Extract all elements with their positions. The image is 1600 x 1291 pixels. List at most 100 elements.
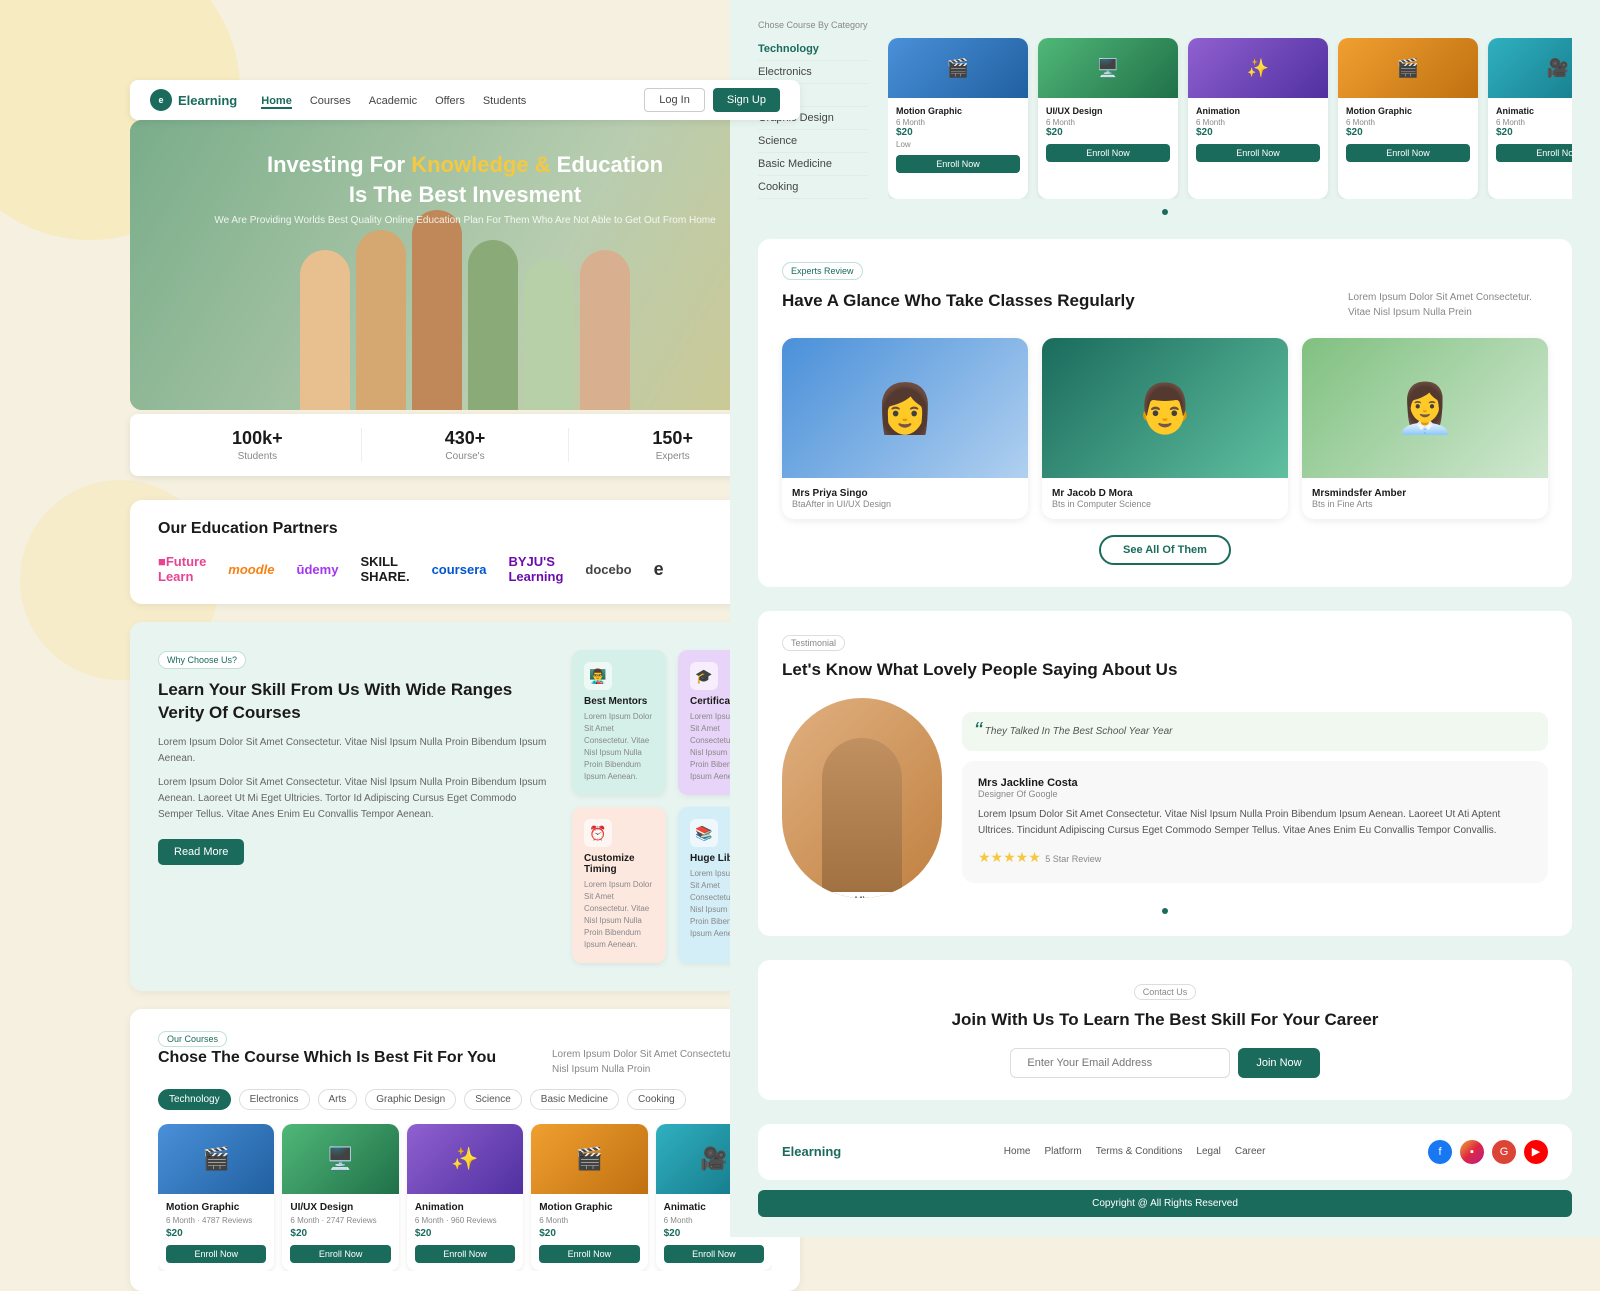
- see-all-button[interactable]: See All Of Them: [1099, 535, 1231, 565]
- stat-students-number: 100k+: [154, 428, 361, 449]
- footer-link-home[interactable]: Home: [1004, 1146, 1031, 1157]
- enroll-button-4[interactable]: Enroll Now: [664, 1245, 764, 1263]
- facebook-icon[interactable]: f: [1428, 1140, 1452, 1164]
- footer-link-terms[interactable]: Terms & Conditions: [1096, 1146, 1183, 1157]
- course-title-1: UI/UX Design: [290, 1202, 390, 1213]
- rcc-title-2: Animation: [1196, 106, 1320, 116]
- cat-electronics[interactable]: Electronics: [239, 1089, 310, 1110]
- nav-offers[interactable]: Offers: [435, 95, 465, 107]
- tc-person: Mrs Jackline Costa Designer Of Google: [978, 777, 1078, 799]
- enroll-button-2[interactable]: Enroll Now: [415, 1245, 515, 1263]
- footer-link-legal[interactable]: Legal: [1196, 1146, 1220, 1157]
- signup-button[interactable]: Sign Up: [713, 88, 780, 112]
- rcc-enroll-0[interactable]: Enroll Now: [896, 155, 1020, 173]
- category-list: Technology Electronics Arts Graphic Desi…: [158, 1089, 772, 1110]
- cat-technology[interactable]: Technology: [158, 1089, 231, 1110]
- nav-links: Home Courses Academic Offers Students: [261, 91, 644, 109]
- rcc-4: 🎥 Animatic 6 Month $20 Enroll Now: [1488, 38, 1572, 199]
- cat-cooking[interactable]: Cooking: [627, 1089, 686, 1110]
- testimonial-content: Mrs Jackline Costa “ They Talked In The …: [782, 698, 1548, 898]
- nav-courses[interactable]: Courses: [310, 95, 351, 107]
- rcc-thumb-3: 🎬: [1338, 38, 1478, 98]
- footer-link-career[interactable]: Career: [1235, 1146, 1266, 1157]
- cat-graphic[interactable]: Graphic Design: [365, 1089, 456, 1110]
- cat-medicine[interactable]: Basic Medicine: [530, 1089, 619, 1110]
- testimonial-dot-nav: [782, 908, 1548, 914]
- mentors-title: Best Mentors: [584, 696, 654, 707]
- experts-header: Have A Glance Who Take Classes Regularly…: [782, 290, 1548, 320]
- enroll-button-0[interactable]: Enroll Now: [166, 1245, 266, 1263]
- courses-header: Chose The Course Which Is Best Fit For Y…: [158, 1047, 772, 1077]
- course-title-2: Animation: [415, 1202, 515, 1213]
- enroll-button-1[interactable]: Enroll Now: [290, 1245, 390, 1263]
- timing-title: Customize Timing: [584, 853, 654, 875]
- dot-nav: [758, 209, 1572, 215]
- partners-section: Our Education Partners ■FutureLearn mood…: [130, 500, 800, 604]
- google-icon[interactable]: G: [1492, 1140, 1516, 1164]
- expert-info-0: Mrs Priya Singo BtaAfter in UI/UX Design: [782, 478, 1028, 519]
- expert-info-2: Mrsmindsfer Amber Bts in Fine Arts: [1302, 478, 1548, 519]
- expert-info-1: Mr Jacob D Mora Bts in Computer Science: [1042, 478, 1288, 519]
- why-desc1: Lorem Ipsum Dolor Sit Amet Consectetur. …: [158, 735, 552, 767]
- testimonial-quote-bubble: “ They Talked In The Best School Year Ye…: [962, 712, 1548, 751]
- timing-icon: ⏰: [584, 819, 612, 847]
- join-badge: Contact Us: [1134, 984, 1197, 1000]
- course-card-1: 🖥️ UI/UX Design 6 Month · 2747 Reviews $…: [282, 1124, 398, 1271]
- tc-header: Mrs Jackline Costa Designer Of Google: [978, 777, 1532, 799]
- cat-science[interactable]: Science: [464, 1089, 522, 1110]
- rcc-enroll-2[interactable]: Enroll Now: [1196, 144, 1320, 162]
- hero-title: Investing For Knowledge & EducationIs Th…: [130, 150, 800, 209]
- stat-students-label: Students: [154, 451, 361, 462]
- rcc-3: 🎬 Motion Graphic 6 Month $20 Enroll Now: [1338, 38, 1478, 199]
- dot-1[interactable]: [1162, 209, 1168, 215]
- youtube-icon[interactable]: ▶: [1524, 1140, 1548, 1164]
- photo-figure: [822, 738, 902, 898]
- experts-description: Lorem Ipsum Dolor Sit Amet Consectetur. …: [1348, 290, 1548, 320]
- partner-futurelearn: ■FutureLearn: [158, 554, 206, 584]
- rcc-enroll-4[interactable]: Enroll Now: [1496, 144, 1572, 162]
- join-email-input[interactable]: [1010, 1048, 1230, 1078]
- rcc-thumb-4: 🎥: [1488, 38, 1572, 98]
- tc-stars: ★★★★★: [978, 849, 1041, 865]
- read-more-button[interactable]: Read More: [158, 839, 244, 865]
- course-meta-1: 6 Month · 2747 Reviews: [290, 1216, 390, 1225]
- course-price-3: $20: [539, 1228, 639, 1239]
- why-badge: Why Choose Us?: [158, 651, 246, 669]
- expert-role-2: Bts in Fine Arts: [1312, 499, 1538, 509]
- testimonial-quote-text: They Talked In The Best School Year Year: [985, 726, 1173, 737]
- join-button[interactable]: Join Now: [1238, 1048, 1319, 1078]
- nav-home[interactable]: Home: [261, 95, 292, 109]
- course-card-0: 🎬 Motion Graphic 6 Month · 4787 Reviews …: [158, 1124, 274, 1271]
- course-card-3: 🎬 Motion Graphic 6 Month $20 Enroll Now: [531, 1124, 647, 1271]
- logo-icon: e: [150, 89, 172, 111]
- course-info-0: Motion Graphic 6 Month · 4787 Reviews $2…: [158, 1194, 274, 1271]
- expert-card-0: 👩 Mrs Priya Singo BtaAfter in UI/UX Desi…: [782, 338, 1028, 519]
- tc-role: Designer Of Google: [978, 789, 1078, 799]
- nav-students[interactable]: Students: [483, 95, 526, 107]
- stat-courses: 430+ Course's: [362, 428, 570, 462]
- rcc-title-3: Motion Graphic: [1346, 106, 1470, 116]
- figure-6: [580, 250, 630, 410]
- course-thumb-0: 🎬: [158, 1124, 274, 1194]
- footer-link-platform[interactable]: Platform: [1044, 1146, 1081, 1157]
- footer: Elearning Home Platform Terms & Conditio…: [758, 1124, 1572, 1180]
- hero-description: We Are Providing Worlds Best Quality Onl…: [130, 215, 800, 226]
- join-heading: Join With Us To Learn The Best Skill For…: [782, 1008, 1548, 1032]
- t-dot-1[interactable]: [1162, 908, 1168, 914]
- login-button[interactable]: Log In: [644, 88, 705, 112]
- instagram-icon[interactable]: ▪: [1460, 1140, 1484, 1164]
- rcc-enroll-3[interactable]: Enroll Now: [1346, 144, 1470, 162]
- enroll-button-3[interactable]: Enroll Now: [539, 1245, 639, 1263]
- rcat-technology[interactable]: Technology: [758, 38, 868, 61]
- expert-role-0: BtaAfter in UI/UX Design: [792, 499, 1018, 509]
- library-icon: 📚: [690, 819, 718, 847]
- rcc-info-2: Animation 6 Month $20 Enroll Now: [1188, 98, 1328, 170]
- navbar: e Elearning Home Courses Academic Offers…: [130, 80, 800, 120]
- cat-arts[interactable]: Arts: [318, 1089, 358, 1110]
- rcc-enroll-1[interactable]: Enroll Now: [1046, 144, 1170, 162]
- testimonial-section: Testimonial Let's Know What Lovely Peopl…: [758, 611, 1572, 936]
- expert-card-2: 👩‍💼 Mrsmindsfer Amber Bts in Fine Arts: [1302, 338, 1548, 519]
- nav-academic[interactable]: Academic: [369, 95, 417, 107]
- logo-text: Elearning: [178, 93, 237, 108]
- expert-name-0: Mrs Priya Singo: [792, 488, 1018, 499]
